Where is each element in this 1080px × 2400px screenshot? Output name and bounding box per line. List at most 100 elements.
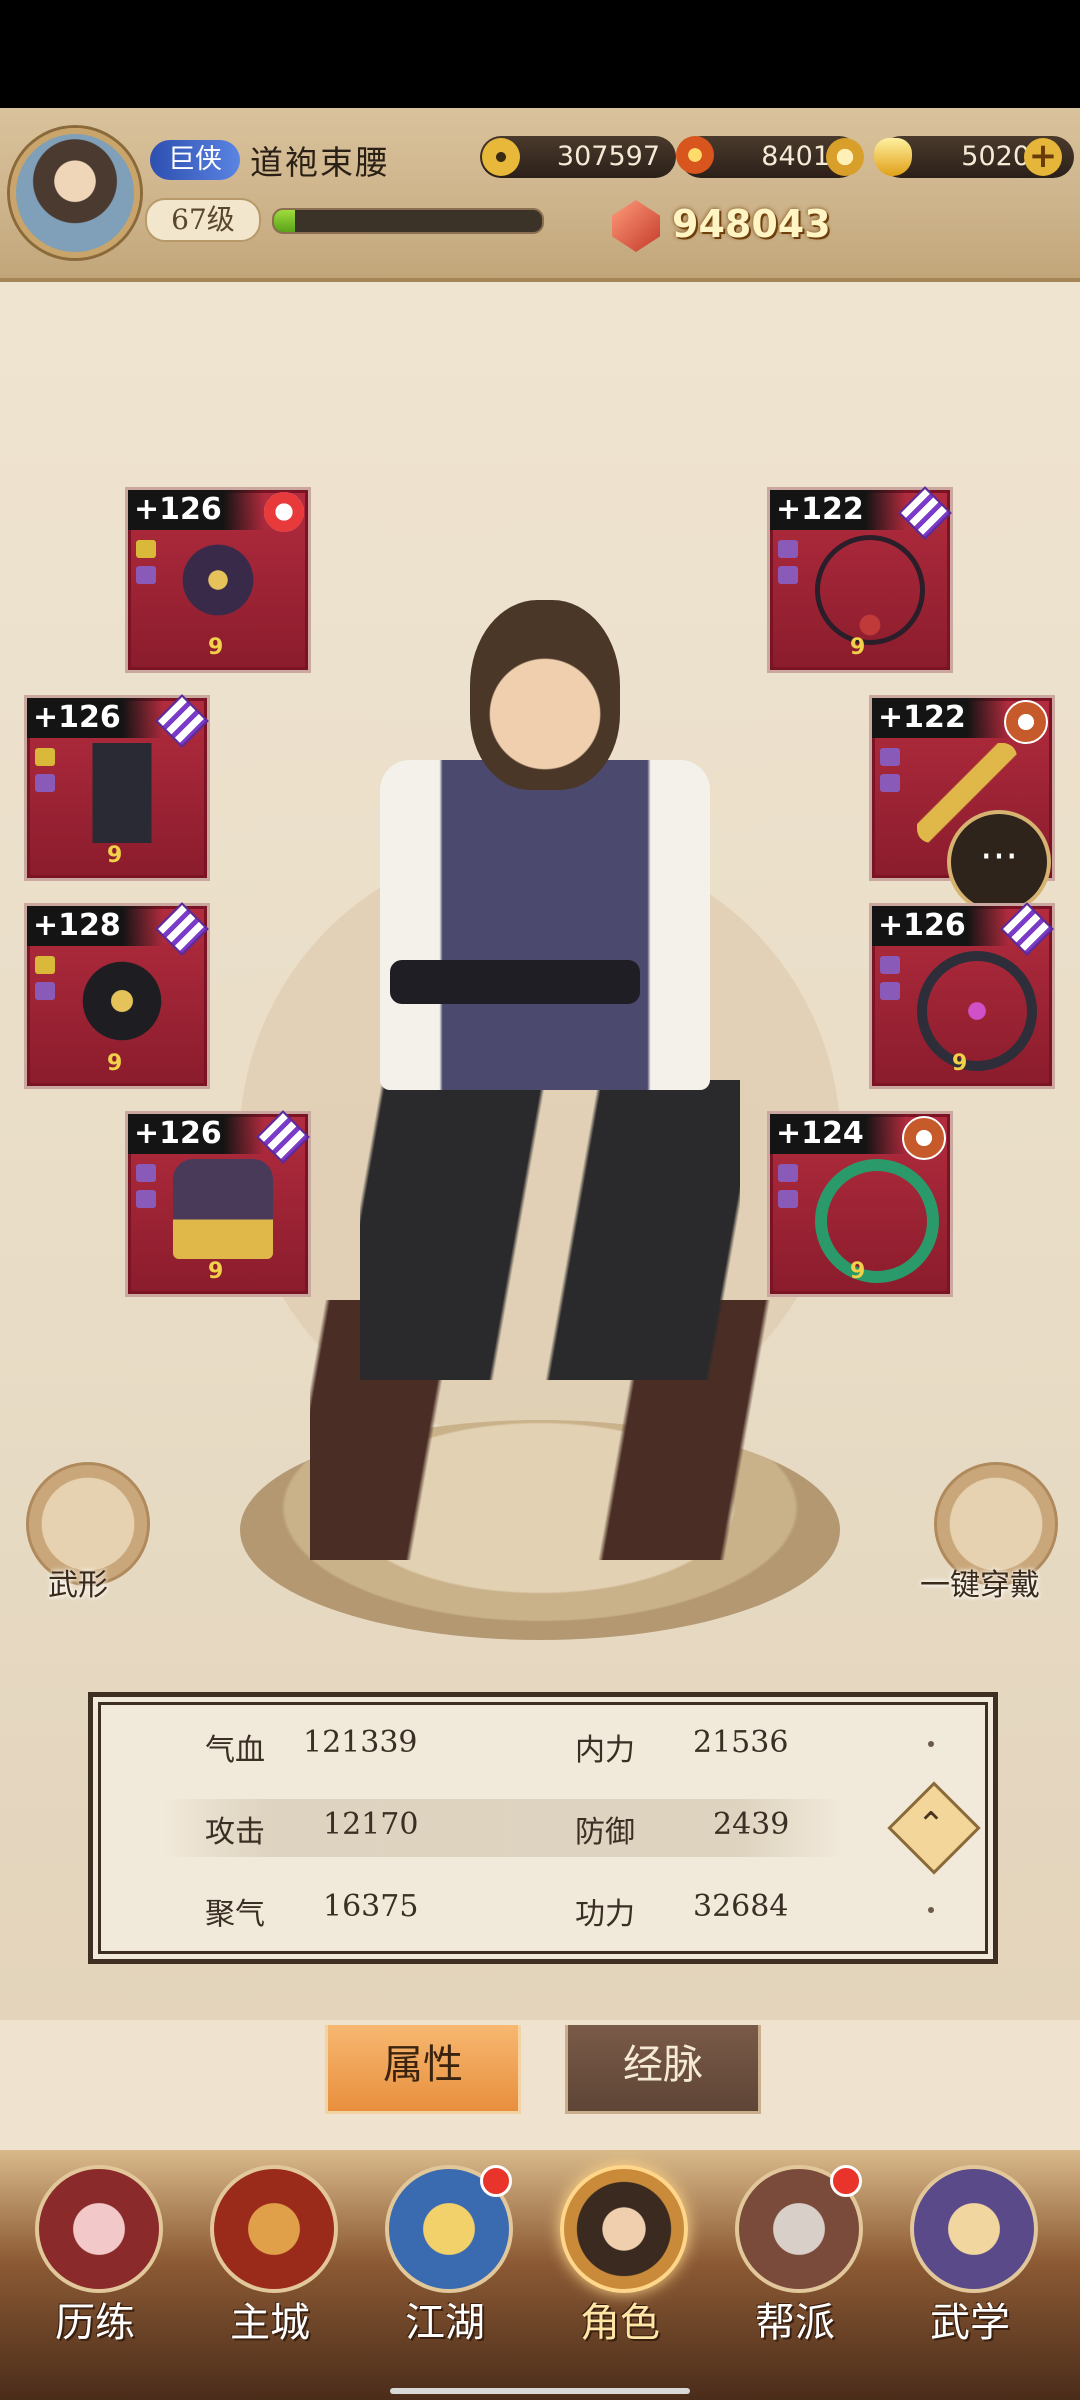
player-avatar[interactable]: [10, 128, 140, 258]
quality-mark-icon: 9: [850, 635, 866, 660]
gold-ingot-icon: [874, 138, 912, 176]
stat-label-qi: 聚气: [205, 1897, 265, 1932]
equip-all-label: 一键穿戴: [920, 1568, 1040, 1603]
jade-ring-icon: [815, 1159, 939, 1283]
stat-value-defense: 2439: [713, 1807, 790, 1842]
nav-training[interactable]: 历练: [20, 2165, 170, 2395]
stat-label-hp: 气血: [205, 1733, 265, 1768]
status-bar: [0, 0, 1080, 108]
notification-dot: [480, 2165, 512, 2197]
gem-socket-icon: [880, 982, 900, 1000]
home-indicator[interactable]: [390, 2388, 690, 2394]
equip-slot-ring[interactable]: +124 9: [767, 1111, 953, 1297]
bracer-icon: [917, 951, 1037, 1071]
gem-socket-icon: [778, 1164, 798, 1182]
scroll-dot: [928, 1741, 934, 1747]
gem-socket-icon: [880, 748, 900, 766]
equip-slot-necklace[interactable]: +122 9: [767, 486, 953, 673]
martial-form-label: 武形: [48, 1568, 108, 1603]
gem-socket-icon: [778, 566, 798, 584]
flame-crystal-icon: [676, 136, 714, 174]
xp-progress-fill: [274, 210, 296, 232]
stat-value-attack: 12170: [323, 1807, 419, 1842]
rank-badge: 巨侠: [150, 140, 240, 180]
character-torso: [380, 760, 710, 1090]
equip-slot-armor[interactable]: +126 9: [24, 694, 210, 881]
equip-level: +126: [872, 906, 1008, 946]
notification-dot: [830, 2165, 862, 2197]
nav-main-city[interactable]: 主城: [195, 2165, 345, 2395]
currency-copper-value: 307597: [556, 141, 660, 172]
nav-jianghu-label: 江湖: [405, 2300, 485, 2346]
equip-level: +128: [27, 906, 163, 946]
quality-mark-icon: 9: [208, 635, 224, 660]
currency-flame-value: 8401: [761, 141, 830, 172]
chat-bubble-icon[interactable]: ···: [947, 810, 1051, 914]
city-gate-icon: [210, 2165, 338, 2293]
gem-socket-icon: [136, 566, 156, 584]
quality-mark-icon: 9: [850, 1259, 866, 1284]
orange-star-badge-icon: [1004, 700, 1048, 744]
stat-label-skill: 功力: [575, 1897, 635, 1932]
gem-socket-icon: [136, 1164, 156, 1182]
stat-value-qi: 16375: [323, 1889, 419, 1924]
nav-jianghu[interactable]: 江湖: [370, 2165, 520, 2395]
purple-diamond-badge-icon: [155, 902, 209, 956]
equip-slot-bracer[interactable]: +126 9: [869, 902, 1055, 1089]
nav-character[interactable]: 角色: [545, 2165, 695, 2395]
add-flame-icon[interactable]: [826, 138, 864, 176]
combat-power-value: 948043: [672, 202, 831, 246]
red-orb-badge-icon: [264, 492, 304, 532]
attributes-panel: 气血 121339 内力 21536 攻击 12170 防御 2439 聚气 1…: [88, 1692, 998, 1964]
equip-level: +122: [770, 490, 906, 530]
tab-meridians[interactable]: 经脉: [565, 2025, 761, 2114]
equip-slot-weapon[interactable]: +126 9: [125, 487, 311, 673]
player-name: 道袍束腰: [250, 143, 390, 182]
gem-socket-icon: [35, 774, 55, 792]
currency-gold-value: 5020: [961, 141, 1030, 172]
training-scroll-icon: [35, 2165, 163, 2293]
robe-armor-icon: [72, 743, 172, 843]
boots-icon: [173, 1159, 273, 1259]
purple-diamond-badge-icon: [155, 694, 209, 748]
orange-star-badge-icon: [902, 1116, 946, 1160]
character-head: [470, 600, 620, 790]
gem-socket-icon: [35, 748, 55, 766]
equip-level: +126: [128, 1114, 264, 1154]
nav-martial-arts-label: 武学: [930, 2300, 1010, 2346]
scroll-dot: [928, 1907, 934, 1913]
equip-level: +122: [872, 698, 1008, 738]
equip-slot-belt[interactable]: +128 9: [24, 902, 210, 1089]
nav-guild[interactable]: 帮派: [720, 2165, 870, 2395]
gem-socket-icon: [880, 774, 900, 792]
equip-level: +124: [770, 1114, 906, 1154]
top-header: [0, 108, 1080, 282]
nav-training-label: 历练: [55, 2300, 135, 2346]
gem-socket-icon: [778, 1190, 798, 1208]
gem-socket-icon: [136, 1190, 156, 1208]
equip-level: +126: [27, 698, 163, 738]
character-legs: [360, 1080, 740, 1380]
quality-mark-icon: 9: [107, 843, 123, 868]
scrolls-icon: [910, 2165, 1038, 2293]
purple-diamond-badge-icon: [898, 486, 952, 540]
stat-value-skill: 32684: [693, 1889, 789, 1924]
tab-attributes[interactable]: 属性: [325, 2025, 521, 2114]
necklace-icon: [815, 535, 925, 645]
whip-weapon-icon: [173, 535, 273, 635]
stat-label-attack: 攻击: [205, 1815, 265, 1850]
chevron-up-icon: ⌃: [916, 1805, 946, 1845]
belt-icon: [72, 951, 172, 1051]
stat-label-inner-power: 内力: [575, 1733, 635, 1768]
character-belt: [390, 960, 640, 1004]
nav-main-city-label: 主城: [230, 2300, 310, 2346]
purple-diamond-badge-icon: [1000, 902, 1054, 956]
quality-mark-icon: 9: [952, 1051, 968, 1076]
stat-value-inner-power: 21536: [693, 1725, 789, 1760]
stat-value-hp: 121339: [303, 1725, 418, 1760]
equip-slot-boots[interactable]: +126 9: [125, 1110, 311, 1297]
add-gold-icon[interactable]: +: [1024, 138, 1062, 176]
quality-mark-icon: 9: [107, 1051, 123, 1076]
nav-martial-arts[interactable]: 武学: [895, 2165, 1045, 2395]
equip-level: +126: [128, 490, 264, 530]
